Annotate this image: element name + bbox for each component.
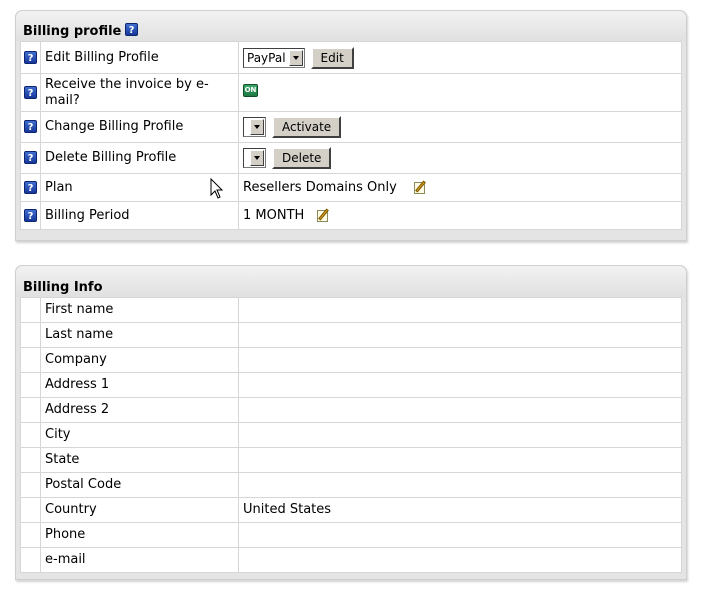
table-row: ? Plan Resellers Domains Only: [20, 173, 682, 202]
edit-billing-profile-select[interactable]: PayPal: [243, 47, 305, 68]
row-value: [238, 422, 682, 448]
toggle-on-icon[interactable]: ON: [243, 84, 258, 97]
question-icon[interactable]: ?: [24, 120, 37, 133]
row-value: [238, 397, 682, 423]
row-label: Delete Billing Profile: [40, 142, 239, 174]
select-value: PayPal: [247, 50, 286, 65]
row-label: Country: [40, 497, 239, 523]
row-icon-cell: [20, 497, 41, 523]
chevron-down-icon[interactable]: [250, 119, 264, 135]
row-label: State: [40, 447, 239, 473]
chevron-down-icon[interactable]: [250, 150, 264, 166]
row-label: First name: [40, 297, 239, 323]
row-icon-cell: [20, 422, 41, 448]
billing-info-title: Billing Info: [23, 280, 103, 295]
row-label: Phone: [40, 522, 239, 548]
table-row: Last name: [20, 322, 682, 348]
row-label: Change Billing Profile: [40, 111, 239, 143]
table-row: Company: [20, 347, 682, 373]
table-row: Postal Code: [20, 472, 682, 498]
question-icon[interactable]: ?: [24, 151, 37, 164]
row-value: [238, 297, 682, 323]
row-label: Address 1: [40, 372, 239, 398]
row-icon-cell: [20, 547, 41, 573]
row-icon-cell: [20, 472, 41, 498]
row-label: Postal Code: [40, 472, 239, 498]
row-value: [238, 547, 682, 573]
table-row: ? Edit Billing Profile PayPal Edit: [20, 41, 682, 74]
row-label: Plan: [40, 173, 239, 202]
row-value: [238, 372, 682, 398]
row-value: [238, 322, 682, 348]
row-label: Company: [40, 347, 239, 373]
question-icon[interactable]: ?: [24, 85, 37, 99]
row-label: Last name: [40, 322, 239, 348]
row-label: City: [40, 422, 239, 448]
edit-icon[interactable]: [316, 208, 331, 223]
table-row: ? Receive the invoice by e-mail? ON: [20, 73, 682, 112]
row-value: [238, 447, 682, 473]
row-icon-cell: [20, 322, 41, 348]
billing-profile-header: Billing profile ?: [16, 11, 686, 41]
table-row: First name: [20, 297, 682, 323]
table-row: ? Delete Billing Profile Delete: [20, 142, 682, 174]
row-label: Receive the invoice by e-mail?: [40, 73, 239, 112]
edit-button[interactable]: Edit: [310, 46, 354, 69]
question-icon[interactable]: ?: [24, 180, 37, 194]
question-icon[interactable]: ?: [125, 23, 138, 36]
row-label: Billing Period: [40, 201, 239, 230]
edit-icon[interactable]: [413, 180, 428, 195]
plan-value: Resellers Domains Only: [243, 179, 397, 195]
row-label: Edit Billing Profile: [40, 41, 239, 74]
billing-info-header: Billing Info: [16, 266, 686, 297]
table-row: State: [20, 447, 682, 473]
row-icon-cell: [20, 447, 41, 473]
delete-button[interactable]: Delete: [272, 147, 332, 169]
row-label: e-mail: [40, 547, 239, 573]
billing-info-panel: Billing Info First name Last name Company A…: [15, 265, 687, 580]
row-icon-cell: [20, 372, 41, 398]
table-row: Address 2: [20, 397, 682, 423]
table-row: Phone: [20, 522, 682, 548]
table-row: Country United States: [20, 497, 682, 523]
table-row: City: [20, 422, 682, 448]
row-value: [238, 347, 682, 373]
row-value: [238, 472, 682, 498]
activate-button[interactable]: Activate: [272, 116, 342, 138]
table-row: ? Billing Period 1 MONTH: [20, 201, 682, 230]
table-row: ? Change Billing Profile Activate: [20, 111, 682, 143]
billing-info-table: First name Last name Company Address 1 Addre…: [20, 297, 682, 573]
row-value: [238, 522, 682, 548]
row-icon-cell: [20, 347, 41, 373]
question-icon[interactable]: ?: [24, 208, 37, 222]
change-billing-profile-select[interactable]: [243, 117, 266, 137]
mouse-cursor-icon: [210, 178, 224, 199]
billing-profile-table: ? Edit Billing Profile PayPal Edit ? Rec…: [20, 41, 682, 230]
billing-profile-title: Billing profile: [23, 24, 122, 39]
row-value: United States: [238, 497, 682, 523]
table-row: Address 1: [20, 372, 682, 398]
row-icon-cell: [20, 522, 41, 548]
chevron-down-icon[interactable]: [288, 49, 303, 66]
row-icon-cell: [20, 297, 41, 323]
row-icon-cell: [20, 397, 41, 423]
row-label: Address 2: [40, 397, 239, 423]
billing-profile-panel: Billing profile ? ? Edit Billing Profile…: [15, 10, 687, 241]
table-row: e-mail: [20, 547, 682, 573]
delete-billing-profile-select[interactable]: [243, 148, 266, 168]
billing-period-value: 1 MONTH: [243, 207, 305, 223]
question-icon[interactable]: ?: [24, 50, 37, 64]
